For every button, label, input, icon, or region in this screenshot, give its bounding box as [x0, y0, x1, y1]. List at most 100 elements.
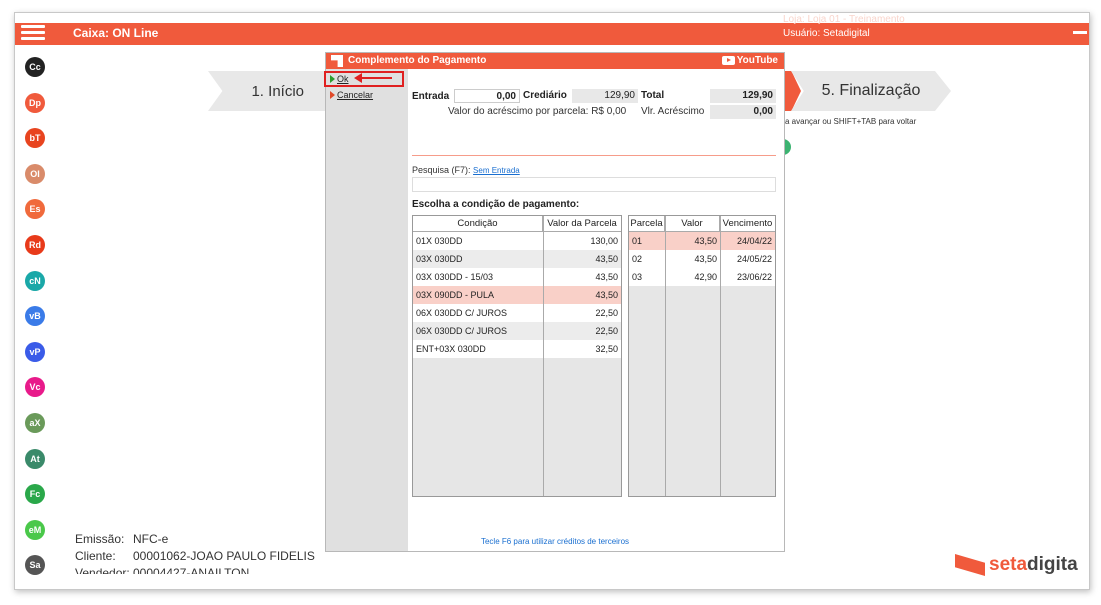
dialog-title: Complemento do Pagamento: [348, 55, 487, 66]
payment-complement-dialog: Complemento do Pagamento YouTube Ok Canc…: [324, 52, 785, 552]
sidebar-item-dp[interactable]: Dp: [25, 92, 45, 113]
acrescimo-parcela-text: Valor do acréscimo por parcela: R$ 0,00: [448, 106, 627, 117]
emissao-label: Emissão:: [75, 532, 125, 546]
sidebar-item-es[interactable]: Es: [25, 199, 45, 220]
divider: [412, 155, 776, 156]
col-vencimento: Vencimento: [722, 218, 773, 229]
logo-mark-icon: [955, 554, 985, 576]
youtube-button[interactable]: YouTube: [721, 55, 778, 66]
condition-row[interactable]: 06X 030DD C/ JUROS 22,50: [413, 304, 621, 322]
condition-name: 06X 030DD C/ JUROS: [416, 326, 508, 336]
installment-row[interactable]: 02 43,50 24/05/22: [629, 250, 775, 268]
youtube-icon: [721, 56, 735, 65]
app-logo-icon: [331, 55, 343, 67]
vendedor-label: Vendedor:: [75, 566, 130, 574]
emissao-value: NFC-e: [133, 532, 169, 546]
dialog-content: Entrada 0,00 Crediário 129,90 Total 129,…: [408, 69, 784, 551]
installment-valor: 43,50: [694, 236, 717, 246]
sidebar-item-ax[interactable]: aX: [25, 413, 45, 433]
minimize-icon[interactable]: [1073, 31, 1087, 34]
sidebar-item-vb[interactable]: vB: [25, 306, 45, 327]
cliente-label: Cliente:: [75, 549, 116, 563]
menu-icon[interactable]: [21, 25, 45, 43]
condition-name: ENT+03X 030DD: [416, 344, 486, 354]
col-condicao: Condição: [413, 216, 543, 231]
condition-name: 01X 030DD: [416, 236, 463, 246]
sidebar-item-bt[interactable]: bT: [25, 128, 45, 149]
logo-text-2: digita: [1027, 554, 1078, 575]
installment-venc: 23/06/22: [736, 272, 772, 282]
sidebar-item-sa[interactable]: Sa: [25, 555, 45, 576]
sidebar-item-vp[interactable]: vP: [25, 341, 45, 362]
entrada-label: Entrada: [412, 91, 450, 102]
step-finalizacao-label: 5. Finalização: [821, 82, 921, 99]
condition-value: 22,50: [595, 326, 618, 336]
condition-value: 32,50: [595, 344, 618, 354]
sidebar-item-fc[interactable]: Fc: [25, 484, 45, 505]
installments-rows: 01 43,50 24/04/22 02 43,50 24/05/22 03 42,90 23/…: [629, 232, 775, 286]
f6-hint: Tecle F6 para utilizar créditos de terce…: [326, 537, 784, 546]
total-value: 129,90: [710, 89, 776, 103]
condition-value: 43,50: [595, 272, 618, 282]
crediario-label: Crediário: [523, 90, 567, 101]
cancel-button[interactable]: Cancelar: [330, 90, 373, 100]
condition-row[interactable]: 06X 030DD C/ JUROS 22,50: [413, 322, 621, 340]
conditions-table: Condição Valor da Parcela 01X 030DD 130,0…: [412, 215, 622, 497]
installment-parcela: 03: [632, 272, 643, 282]
total-label: Total: [641, 90, 665, 101]
step-inicio: 1. Início: [208, 71, 328, 111]
condition-name: 03X 090DD - PULA: [416, 290, 495, 300]
condition-row[interactable]: 03X 090DD - PULA 43,50: [413, 286, 621, 304]
navigation-hint: a avançar ou SHIFT+TAB para voltar: [785, 117, 917, 126]
installment-row[interactable]: 03 42,90 23/06/22: [629, 268, 775, 286]
ok-button[interactable]: Ok: [330, 74, 349, 84]
cliente-value: 00001062-JOAO PAULO FIDELIS: [133, 549, 315, 563]
condition-row[interactable]: 03X 030DD 43,50: [413, 250, 621, 268]
condition-value: 43,50: [595, 254, 618, 264]
sidebar-item-cn[interactable]: cN: [25, 270, 45, 291]
sale-info: Emissão: NFC-e Cliente: 00001062-JOAO PAUL…: [75, 531, 315, 574]
installments-table: Parcela Valor Vencimento 01 43,50 24/04/22…: [628, 215, 776, 497]
sidebar-item-at[interactable]: At: [25, 448, 45, 469]
pesquisa-row: Pesquisa (F7): Sem Entrada: [412, 165, 520, 175]
col-parcela: Parcela: [629, 216, 665, 231]
top-bar: Caixa: ON Line Loja: Loja 01 - Treinamen…: [15, 14, 1089, 45]
sidebar-item-cc[interactable]: Cc: [25, 57, 45, 77]
cancel-label: Cancelar: [337, 90, 374, 100]
app-title: Caixa: ON Line: [73, 26, 159, 40]
sidebar-item-rd[interactable]: Rd: [25, 235, 45, 255]
search-input[interactable]: [412, 177, 776, 192]
condition-row[interactable]: 01X 030DD 130,00: [413, 232, 621, 250]
condition-row[interactable]: 03X 030DD - 15/03 43,50: [413, 268, 621, 286]
setadigital-logo: setadigita: [955, 553, 1078, 577]
installment-venc: 24/05/22: [736, 254, 772, 264]
user-label: Usuário: Setadigital: [783, 28, 870, 39]
col-valor-parcela: Valor da Parcela: [547, 218, 617, 229]
installments-header: Parcela Valor Vencimento: [629, 216, 775, 232]
crediario-value: 129,90: [572, 89, 638, 103]
sidebar-item-vc[interactable]: Vc: [25, 377, 45, 398]
step-finalizacao: 5. Finalização: [791, 71, 951, 111]
col-valor: Valor: [665, 216, 720, 231]
vlr-acrescimo-value: 0,00: [710, 105, 776, 119]
f6-key: Tecle F6: [480, 537, 512, 546]
sidebar-item-em[interactable]: eM: [25, 519, 45, 540]
condition-value: 43,50: [595, 290, 618, 300]
dialog-actions: Ok Cancelar: [324, 69, 408, 551]
installment-venc: 24/04/22: [736, 236, 772, 246]
entrada-input[interactable]: 0,00: [454, 89, 520, 103]
dialog-title-bar: Complemento do Pagamento YouTube: [326, 53, 784, 69]
youtube-label: YouTube: [736, 55, 778, 66]
sem-entrada-link[interactable]: Sem Entrada: [473, 166, 520, 175]
ok-label: Ok: [337, 74, 349, 84]
condition-name: 03X 030DD - 15/03: [416, 272, 494, 282]
condition-row[interactable]: ENT+03X 030DD 32,50: [413, 340, 621, 358]
condition-value: 22,50: [595, 308, 618, 318]
conditions-rows: 01X 030DD 130,00 03X 030DD 43,50 03X 030DD -…: [413, 232, 621, 358]
pesquisa-label: Pesquisa (F7):: [412, 165, 471, 175]
installment-valor: 43,50: [694, 254, 717, 264]
f6-text: para utilizar créditos de terceiros: [511, 537, 630, 546]
sidebar-item-oi[interactable]: OI: [25, 163, 45, 184]
play-icon: [330, 75, 335, 83]
installment-row[interactable]: 01 43,50 24/04/22: [629, 232, 775, 250]
